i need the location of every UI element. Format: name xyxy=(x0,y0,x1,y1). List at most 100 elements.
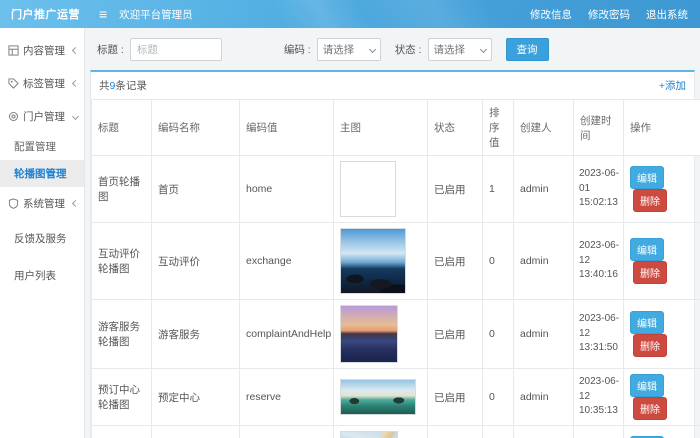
sidebar-item-system-mgmt[interactable]: 系统管理 xyxy=(0,187,84,220)
cell-code-value: reserve xyxy=(240,369,334,426)
cell-created: 2023-06-12 10:35:13 xyxy=(574,369,624,426)
cell-status: 已启用 xyxy=(428,369,483,426)
chevron-down-icon xyxy=(479,46,486,53)
title-filter-input[interactable] xyxy=(130,38,222,61)
sidebar-item-carousel-mgmt[interactable]: 轮播图管理 xyxy=(0,160,84,187)
cell-creator: admin xyxy=(514,223,574,300)
welcome-text: 欢迎平台管理员 xyxy=(119,7,193,22)
shield-icon xyxy=(8,198,19,209)
chevron-left-icon xyxy=(72,47,79,54)
carousel-table: 标题 编码名称 编码值 主图 状态 排序值 创建人 创建时间 操作 首页轮播图 … xyxy=(91,99,700,438)
cell-main-image xyxy=(334,223,428,300)
add-button[interactable]: +添加 xyxy=(659,78,686,93)
table-header-row: 标题 编码名称 编码值 主图 状态 排序值 创建人 创建时间 操作 xyxy=(92,100,700,156)
tag-icon xyxy=(8,78,19,89)
cell-code-value: traffic xyxy=(240,426,334,438)
cell-code-value: home xyxy=(240,156,334,223)
cell-code-name: 目的地名片 xyxy=(152,426,240,438)
code-filter-label: 编码 : xyxy=(284,42,311,57)
edit-button[interactable]: 编辑 xyxy=(630,166,664,189)
cell-status: 已启用 xyxy=(428,156,483,223)
sidebar-item-label: 门户管理 xyxy=(23,109,65,124)
cell-main-image xyxy=(334,156,428,223)
cell-status: 已启用 xyxy=(428,223,483,300)
cell-created: 2023-06-12 13:31:50 xyxy=(574,300,624,369)
edit-button[interactable]: 编辑 xyxy=(630,374,664,397)
chevron-left-icon xyxy=(72,80,79,87)
main-content: 标题 : 编码 : 请选择 状态 : 请选择 查询 共9条记录 +添加 xyxy=(85,28,700,438)
record-count: 共9条记录 xyxy=(99,78,147,93)
sidebar-item-portal-mgmt[interactable]: 门户管理 xyxy=(0,100,84,133)
cell-status: 已启用 xyxy=(428,426,483,438)
cell-actions: 编辑 删除 xyxy=(624,426,700,438)
edit-button[interactable]: 编辑 xyxy=(630,238,664,261)
sidebar-item-content-mgmt[interactable]: 内容管理 xyxy=(0,34,84,67)
sidebar-item-user-list[interactable]: 用户列表 xyxy=(0,257,84,294)
cell-created: 2023-06-01 15:02:13 xyxy=(574,156,624,223)
cell-title: 旅游指南轮播图 xyxy=(92,426,152,438)
delete-button[interactable]: 删除 xyxy=(633,397,667,420)
carousel-thumbnail-image xyxy=(340,161,396,217)
header-links: 修改信息 修改密码 退出系统 xyxy=(530,7,700,22)
cell-actions: 编辑 删除 xyxy=(624,156,700,223)
cell-sort: 0 xyxy=(483,426,514,438)
filter-bar: 标题 : 编码 : 请选择 状态 : 请选择 查询 xyxy=(85,28,700,70)
cell-sort: 0 xyxy=(483,223,514,300)
cell-actions: 编辑 删除 xyxy=(624,300,700,369)
chevron-down-icon xyxy=(369,46,376,53)
col-header-code-value: 编码值 xyxy=(240,100,334,156)
cell-sort: 0 xyxy=(483,369,514,426)
change-password-link[interactable]: 修改密码 xyxy=(588,7,630,22)
delete-button[interactable]: 删除 xyxy=(633,334,667,357)
cell-status: 已启用 xyxy=(428,300,483,369)
cell-creator: admin xyxy=(514,426,574,438)
sidebar-item-tag-mgmt[interactable]: 标签管理 xyxy=(0,67,84,100)
hamburger-menu-icon[interactable]: ≡ xyxy=(99,6,107,22)
cell-title: 互动评价轮播图 xyxy=(92,223,152,300)
col-header-main-image: 主图 xyxy=(334,100,428,156)
cell-code-value: complaintAndHelp xyxy=(240,300,334,369)
cell-main-image xyxy=(334,426,428,438)
cell-code-name: 首页 xyxy=(152,156,240,223)
delete-button[interactable]: 删除 xyxy=(633,189,667,212)
carousel-thumbnail-image xyxy=(340,228,406,294)
edit-info-link[interactable]: 修改信息 xyxy=(530,7,572,22)
edit-button[interactable]: 编辑 xyxy=(630,311,664,334)
brand-title: 门户推广运营 xyxy=(0,6,85,22)
code-select-value: 请选择 xyxy=(323,42,355,57)
title-filter-label: 标题 : xyxy=(97,42,124,57)
table-row: 预订中心轮播图 预定中心 reserve 已启用 0 admin 2023-06… xyxy=(92,369,700,426)
sidebar-item-feedback[interactable]: 反馈及服务 xyxy=(0,220,84,257)
cell-creator: admin xyxy=(514,369,574,426)
cell-main-image xyxy=(334,369,428,426)
cell-actions: 编辑 删除 xyxy=(624,223,700,300)
sidebar-item-label: 内容管理 xyxy=(23,43,65,58)
table-row: 互动评价轮播图 互动评价 exchange 已启用 0 admin 2023-0… xyxy=(92,223,700,300)
col-header-creator: 创建人 xyxy=(514,100,574,156)
table-row: 首页轮播图 首页 home 已启用 1 admin 2023-06-01 15:… xyxy=(92,156,700,223)
cell-creator: admin xyxy=(514,300,574,369)
carousel-thumbnail-image xyxy=(340,379,416,415)
sidebar-item-config-mgmt[interactable]: 配置管理 xyxy=(0,133,84,160)
cell-sort: 0 xyxy=(483,300,514,369)
table-row: 旅游指南轮播图 目的地名片 traffic 已启用 0 admin 2023-0… xyxy=(92,426,700,438)
sidebar-item-label: 标签管理 xyxy=(23,76,65,91)
carousel-thumbnail-image xyxy=(340,431,398,438)
code-select[interactable]: 请选择 xyxy=(317,38,381,61)
status-select[interactable]: 请选择 xyxy=(428,38,492,61)
cell-title: 首页轮播图 xyxy=(92,156,152,223)
sidebar: 内容管理 标签管理 门户管理 配置管理 轮播图管理 系统管理 反馈及服务 xyxy=(0,28,85,438)
logout-link[interactable]: 退出系统 xyxy=(646,7,688,22)
cell-created: 2023-06-12 xyxy=(574,426,624,438)
carousel-thumbnail-image xyxy=(340,305,398,363)
col-header-title: 标题 xyxy=(92,100,152,156)
table-body: 首页轮播图 首页 home 已启用 1 admin 2023-06-01 15:… xyxy=(92,156,700,438)
delete-button[interactable]: 删除 xyxy=(633,261,667,284)
search-button[interactable]: 查询 xyxy=(506,38,549,61)
cell-title: 游客服务轮播图 xyxy=(92,300,152,369)
cell-creator: admin xyxy=(514,156,574,223)
col-header-actions: 操作 xyxy=(624,100,700,156)
cell-actions: 编辑 删除 xyxy=(624,369,700,426)
cell-created: 2023-06-12 13:40:16 xyxy=(574,223,624,300)
gear-icon xyxy=(8,111,19,122)
